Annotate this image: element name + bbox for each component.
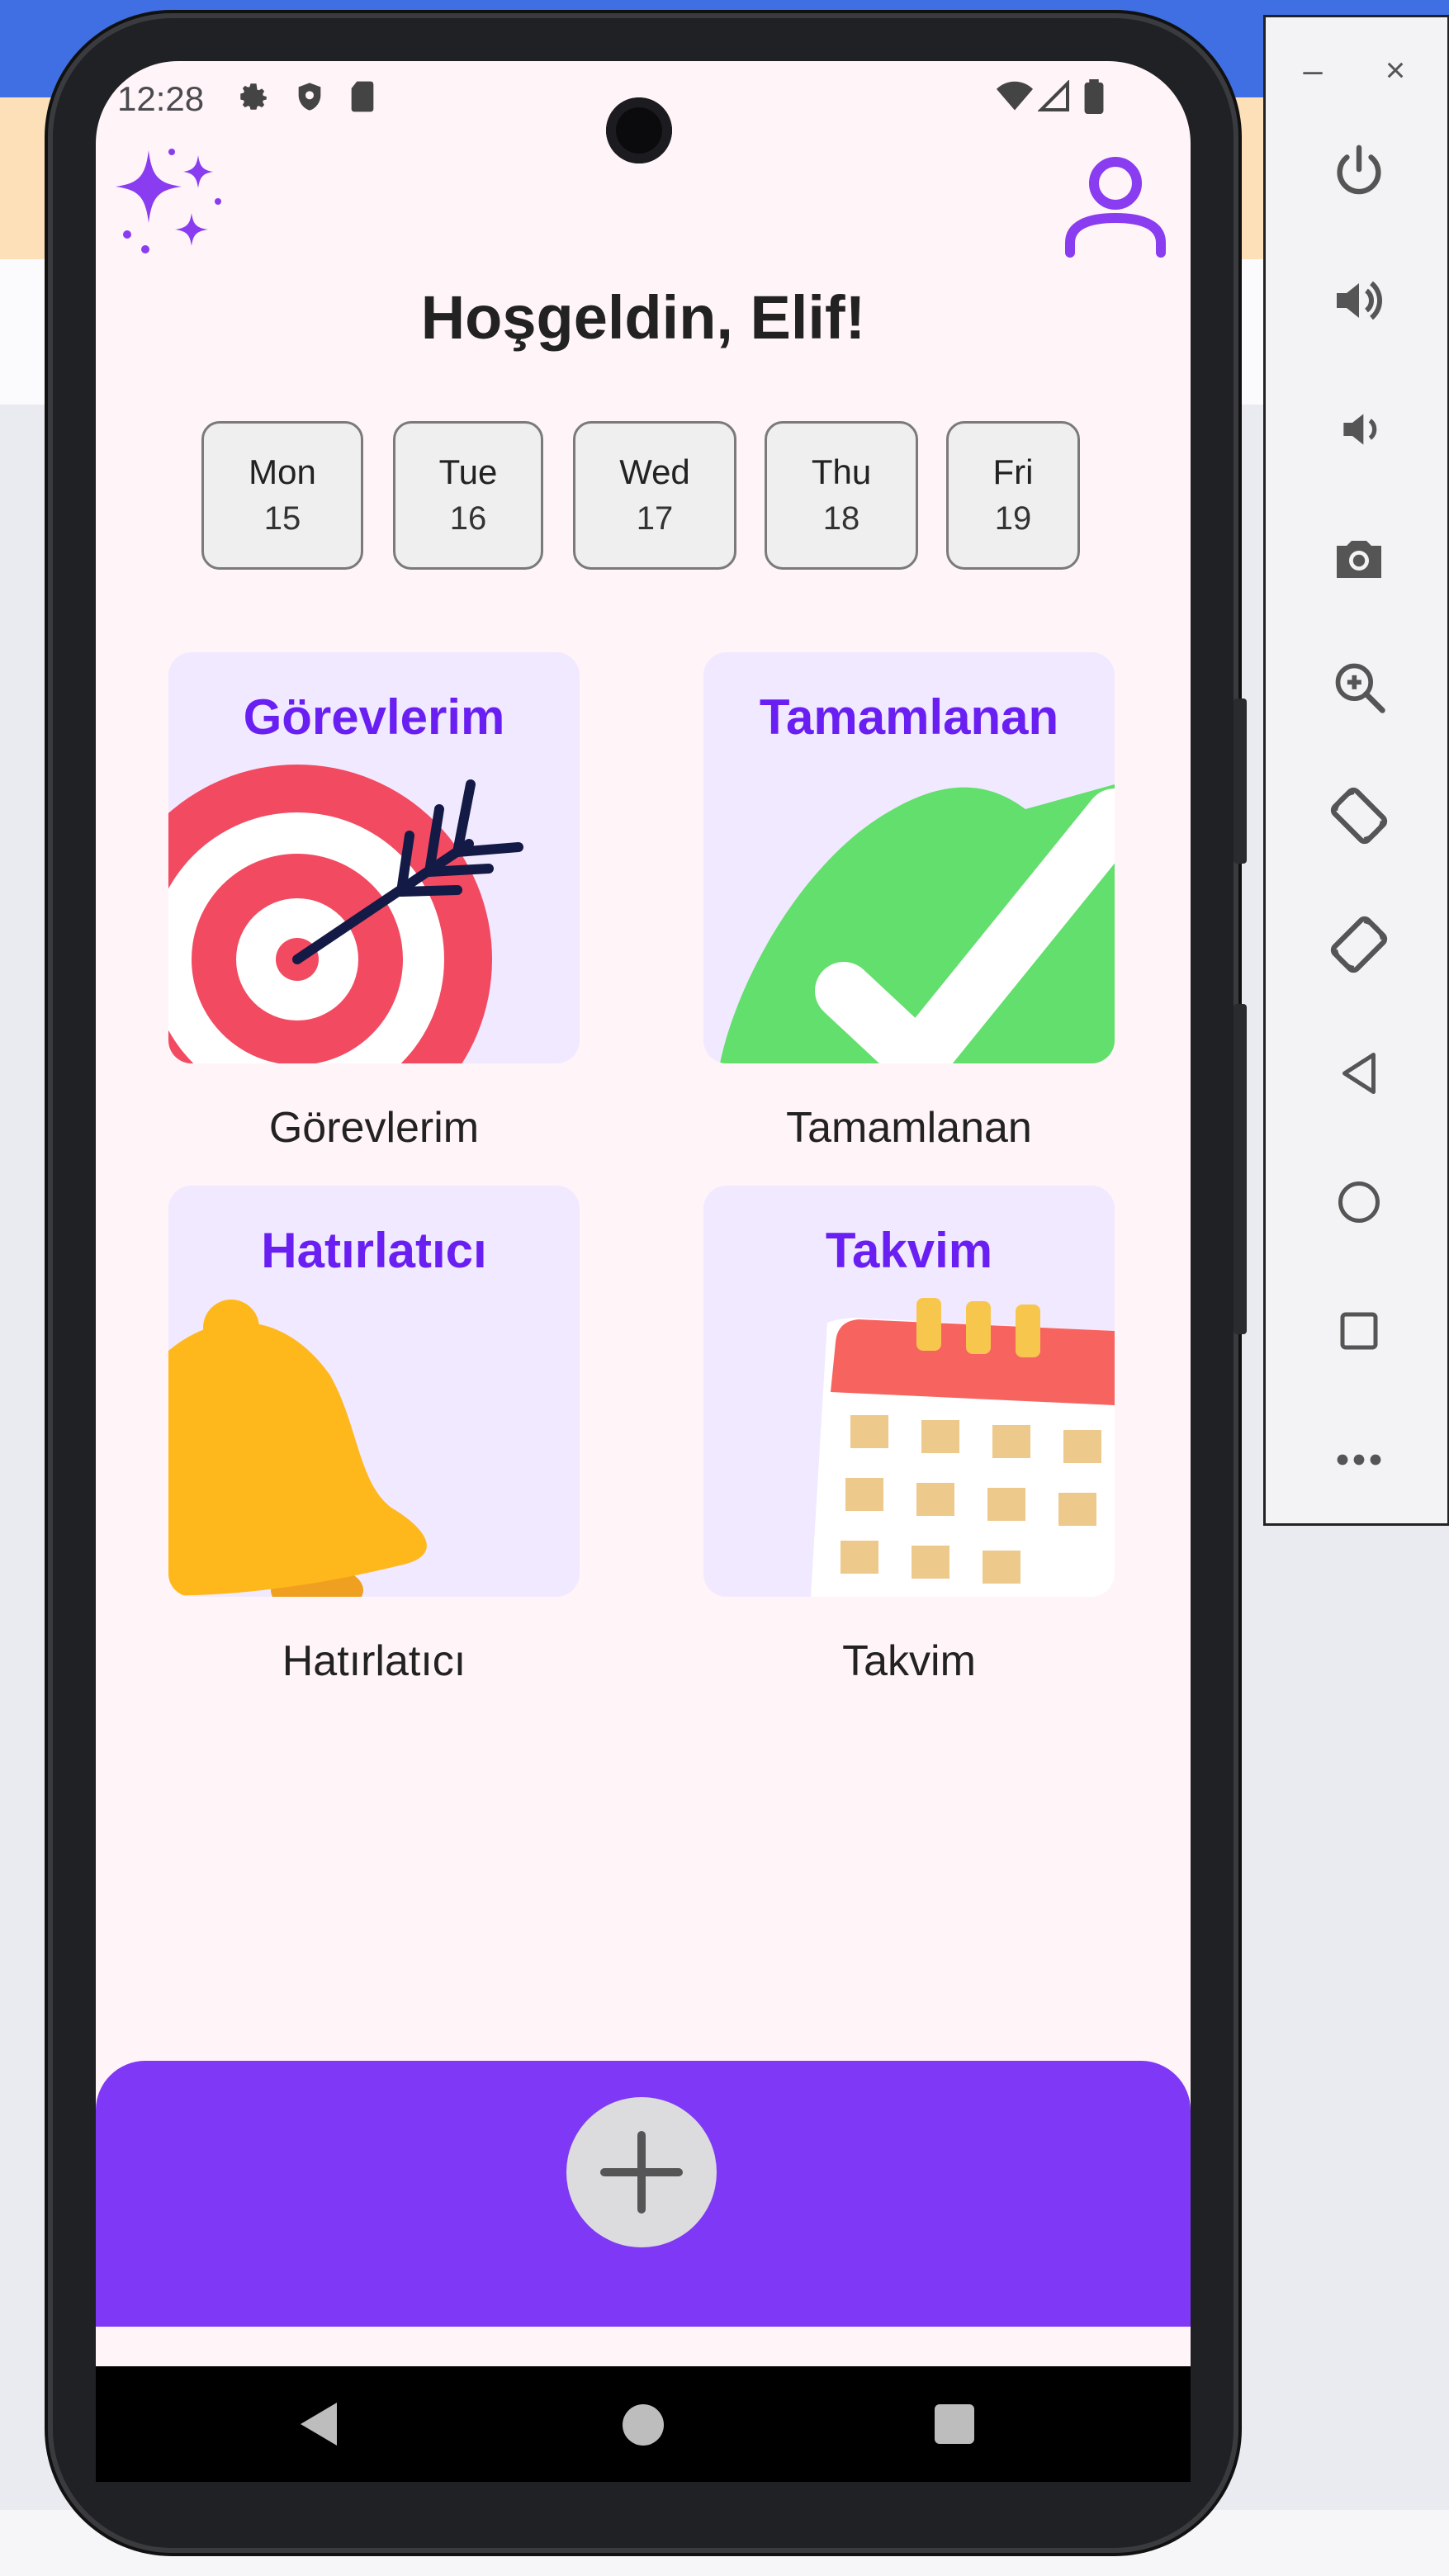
signal-status-icon: [1035, 78, 1073, 116]
wifi-status-icon: [996, 78, 1034, 116]
tile-hatirlatici[interactable]: Hatırlatıcı: [168, 1186, 580, 1597]
day-chip-fri[interactable]: Fri 19: [946, 421, 1080, 570]
day-date: 15: [263, 500, 301, 537]
nav-home-icon[interactable]: [623, 2404, 664, 2446]
day-date: 19: [994, 500, 1032, 537]
rotate-right-icon[interactable]: [1314, 899, 1404, 990]
tile-label-hatirlatici: Hatırlatıcı: [282, 1637, 466, 1685]
front-camera: [606, 97, 672, 163]
system-nav-bar: [96, 2366, 1191, 2482]
camera-icon[interactable]: [1314, 513, 1404, 604]
zoom-icon[interactable]: [1314, 642, 1404, 732]
app-screen: 12:28 Hoşgeldin, Elif! Mon 15 Tue 16 Wed…: [96, 61, 1191, 2366]
minimize-button[interactable]: –: [1292, 50, 1333, 90]
day-name: Wed: [619, 452, 690, 491]
day-name: Tue: [438, 452, 498, 491]
nav-recents-icon[interactable]: [935, 2404, 974, 2444]
emulator-toolbar: – ×: [1263, 15, 1449, 1526]
day-chip-thu[interactable]: Thu 18: [765, 421, 918, 570]
tile-takvim[interactable]: Takvim: [703, 1186, 1115, 1597]
tile-label-gorevlerim: Görevlerim: [268, 1104, 480, 1152]
status-time: 12:28: [117, 79, 205, 118]
tile-title: Tamamlanan: [759, 689, 1059, 745]
sparkle-icon[interactable]: [112, 144, 228, 259]
add-task-button[interactable]: [566, 2097, 717, 2247]
tile-gorevlerim[interactable]: Görevlerim: [168, 652, 580, 1063]
sdcard-status-icon: [343, 78, 381, 116]
tile-tamamlanan[interactable]: Tamamlanan: [703, 652, 1115, 1063]
profile-icon[interactable]: [1062, 150, 1169, 258]
day-date: 17: [636, 500, 674, 537]
day-name: Fri: [992, 452, 1034, 491]
plus-icon: [600, 2131, 683, 2214]
greeting-title: Hoşgeldin, Elif!: [420, 283, 866, 352]
tile-title: Hatırlatıcı: [261, 1223, 487, 1278]
power-icon[interactable]: [1314, 126, 1404, 217]
volume-down-icon[interactable]: [1314, 384, 1404, 475]
day-chip-tue[interactable]: Tue 16: [393, 421, 543, 570]
day-chip-wed[interactable]: Wed 17: [573, 421, 736, 570]
nav-back-icon[interactable]: [301, 2403, 337, 2446]
rotate-left-icon[interactable]: [1314, 770, 1404, 861]
tile-label-tamamlanan: Tamamlanan: [786, 1104, 1032, 1152]
close-button[interactable]: ×: [1375, 50, 1416, 90]
tile-title: Görevlerim: [243, 689, 505, 745]
settings-status-icon: [234, 78, 272, 116]
overview-icon[interactable]: [1314, 1286, 1404, 1376]
shield-status-icon: [291, 78, 329, 116]
battery-status-icon: [1075, 78, 1113, 116]
tile-title: Takvim: [825, 1223, 993, 1278]
day-name: Mon: [249, 452, 316, 491]
day-chip-mon[interactable]: Mon 15: [201, 421, 363, 570]
status-bar: 12:28: [96, 61, 1191, 163]
day-name: Thu: [811, 452, 872, 491]
power-side-button: [1234, 1004, 1247, 1334]
back-icon[interactable]: [1314, 1028, 1404, 1119]
home-icon[interactable]: [1314, 1157, 1404, 1248]
volume-up-icon[interactable]: [1314, 255, 1404, 346]
tile-label-takvim: Takvim: [842, 1637, 976, 1685]
day-date: 16: [449, 500, 487, 537]
volume-side-button: [1234, 698, 1247, 864]
more-icon[interactable]: [1314, 1414, 1404, 1505]
day-date: 18: [822, 500, 860, 537]
